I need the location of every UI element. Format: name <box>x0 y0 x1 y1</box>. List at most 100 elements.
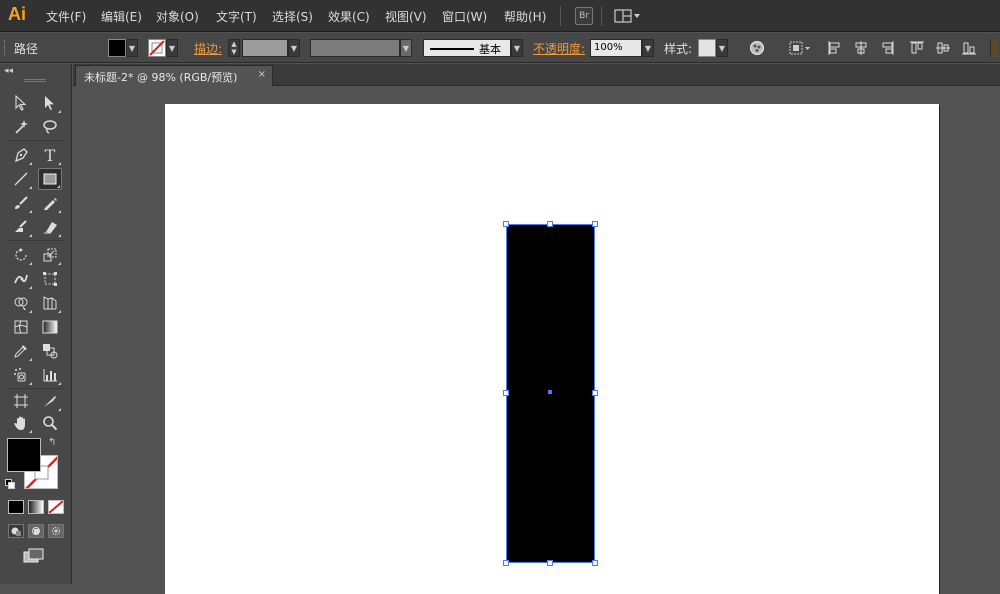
rectangle-tool[interactable] <box>38 168 62 190</box>
hand-tool[interactable] <box>9 412 33 434</box>
document-tab[interactable]: 未标题-2* @ 98% (RGB/预览) × <box>75 65 273 86</box>
align-to-icon[interactable] <box>788 39 812 57</box>
stroke-weight-stepper[interactable]: ▲ ▼ <box>228 39 240 57</box>
none-mode-button[interactable] <box>48 500 64 514</box>
default-fill-stroke-icon[interactable] <box>5 478 15 489</box>
lasso-tool[interactable] <box>38 116 62 138</box>
stroke-color-swatch[interactable] <box>148 39 166 57</box>
width-tool[interactable] <box>9 268 33 290</box>
align-top-icon[interactable] <box>908 39 926 57</box>
brush-definition-dropdown[interactable]: ▼ <box>511 39 523 57</box>
free-transform-tool[interactable] <box>38 268 62 290</box>
align-left-icon[interactable] <box>826 39 844 57</box>
tools-panel: ◂◂ T ↰ <box>0 64 72 584</box>
selection-tool[interactable] <box>9 92 33 114</box>
align-horizontal-center-icon[interactable] <box>852 39 870 57</box>
rotate-tool[interactable] <box>9 244 33 266</box>
artboard[interactable] <box>165 104 939 594</box>
graphic-style-dropdown[interactable]: ▼ <box>716 39 728 57</box>
align-right-icon[interactable] <box>878 39 896 57</box>
tool-separator <box>6 240 64 241</box>
direct-selection-tool[interactable] <box>38 92 62 114</box>
opacity-label[interactable]: 不透明度: <box>533 40 585 57</box>
graphic-style-swatch[interactable] <box>698 39 716 57</box>
menu-file[interactable]: 文件(F) <box>46 8 86 25</box>
canvas-area[interactable] <box>73 87 1000 594</box>
brush-definition-label: 基本 <box>479 43 501 56</box>
stroke-weight-label[interactable]: 描边: <box>194 40 222 57</box>
pencil-tool[interactable] <box>38 192 62 214</box>
resize-handle-bottom-right[interactable] <box>592 560 598 566</box>
swap-fill-stroke-icon[interactable]: ↰ <box>48 437 56 448</box>
draw-inside-icon[interactable] <box>48 524 64 538</box>
screen-mode-icon[interactable] <box>22 548 46 564</box>
color-mode-button[interactable] <box>8 500 24 514</box>
eraser-tool[interactable] <box>38 216 62 238</box>
pen-tool[interactable] <box>9 144 33 166</box>
opacity-input[interactable]: 100% <box>590 39 642 57</box>
resize-handle-bottom[interactable] <box>547 560 553 566</box>
blend-tool[interactable] <box>38 340 62 362</box>
zoom-tool[interactable] <box>38 412 62 434</box>
align-vertical-center-icon[interactable] <box>934 39 952 57</box>
menu-help[interactable]: 帮助(H) <box>504 8 546 25</box>
opacity-dropdown[interactable]: ▼ <box>642 39 654 57</box>
bridge-icon[interactable]: Br <box>575 7 593 25</box>
document-tab-bar: 未标题-2* @ 98% (RGB/预览) × <box>73 64 1000 86</box>
stroke-weight-input[interactable] <box>242 39 288 57</box>
resize-handle-left[interactable] <box>503 390 509 396</box>
shape-builder-tool[interactable] <box>9 292 33 314</box>
draw-normal-icon[interactable] <box>8 524 24 538</box>
menu-separator <box>560 6 561 26</box>
menu-effect[interactable]: 效果(C) <box>328 8 370 25</box>
panel-grip[interactable] <box>24 79 46 82</box>
paintbrush-tool[interactable] <box>9 192 33 214</box>
menu-type[interactable]: 文字(T) <box>216 8 257 25</box>
eyedropper-tool[interactable] <box>9 340 33 362</box>
fill-color-box[interactable] <box>7 438 41 472</box>
control-bar-grip <box>4 40 7 56</box>
fill-color-swatch[interactable] <box>108 39 126 57</box>
collapse-panel-icon[interactable]: ◂◂ <box>4 66 13 76</box>
resize-handle-top-right[interactable] <box>592 221 598 227</box>
control-bar-overflow[interactable] <box>990 39 998 57</box>
slice-tool[interactable] <box>38 390 62 412</box>
recolor-artwork-icon[interactable] <box>748 39 766 57</box>
variable-width-dropdown[interactable]: ▼ <box>400 39 412 57</box>
gradient-tool[interactable] <box>38 316 62 338</box>
close-tab-icon[interactable]: × <box>258 69 266 80</box>
menu-bar: Ai 文件(F) 编辑(E) 对象(O) 文字(T) 选择(S) 效果(C) 视… <box>0 0 1000 32</box>
draw-behind-icon[interactable] <box>28 524 44 538</box>
menu-view[interactable]: 视图(V) <box>385 8 427 25</box>
arrange-documents-icon[interactable] <box>614 7 642 25</box>
brush-definition-field[interactable]: 基本 <box>423 39 511 57</box>
type-tool[interactable]: T <box>38 144 62 166</box>
gradient-mode-button[interactable] <box>28 500 44 514</box>
app-logo: Ai <box>8 4 26 24</box>
stroke-dropdown[interactable]: ▼ <box>166 39 178 57</box>
symbol-sprayer-tool[interactable] <box>9 364 33 386</box>
variable-width-profile[interactable] <box>310 39 400 57</box>
resize-handle-bottom-left[interactable] <box>503 560 509 566</box>
line-segment-tool[interactable] <box>9 168 33 190</box>
tool-separator <box>6 140 64 141</box>
menu-edit[interactable]: 编辑(E) <box>101 8 142 25</box>
magic-wand-tool[interactable] <box>9 116 33 138</box>
fill-dropdown[interactable]: ▼ <box>126 39 138 57</box>
column-graph-tool[interactable] <box>38 364 62 386</box>
document-tab-title: 未标题-2* @ 98% (RGB/预览) <box>84 71 238 84</box>
artboard-tool[interactable] <box>9 390 33 412</box>
stroke-weight-dropdown[interactable]: ▼ <box>288 39 300 57</box>
scale-tool[interactable] <box>38 244 62 266</box>
mesh-tool[interactable] <box>9 316 33 338</box>
resize-handle-top-left[interactable] <box>503 221 509 227</box>
perspective-grid-tool[interactable] <box>38 292 62 314</box>
resize-handle-right[interactable] <box>592 390 598 396</box>
menu-select[interactable]: 选择(S) <box>272 8 313 25</box>
blob-brush-tool[interactable] <box>9 216 33 238</box>
menu-window[interactable]: 窗口(W) <box>442 8 487 25</box>
control-bar: 路径 ▼ ▼ 描边: ▲ ▼ ▼ ▼ 基本 ▼ 不透明度: 100% ▼ 样式: … <box>0 33 1000 63</box>
resize-handle-top[interactable] <box>547 221 553 227</box>
menu-object[interactable]: 对象(O) <box>156 8 199 25</box>
align-bottom-icon[interactable] <box>960 39 978 57</box>
